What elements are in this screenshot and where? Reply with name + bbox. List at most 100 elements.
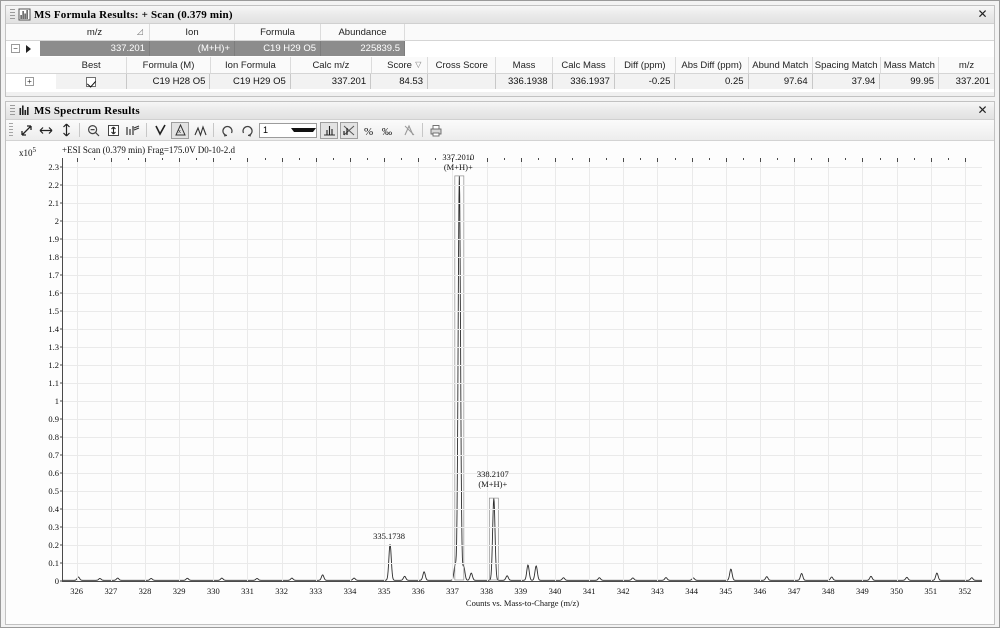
y-axis-tick [60, 436, 63, 438]
x-axis-tick-label: 333 [309, 586, 323, 596]
x-axis-tick [76, 158, 78, 162]
header-mass[interactable]: Mass [496, 57, 553, 73]
formula-results-table: m/z ◿ Ion Formula Abundance − 337.201 (M… [6, 24, 994, 96]
table-row[interactable]: − 337.201 (M+H)+ C19 H29 O5 225839.5 [6, 41, 994, 56]
header-best[interactable]: Best [56, 57, 128, 73]
header-formula-m[interactable]: Formula (M) [127, 57, 211, 73]
centroid-view-icon[interactable] [320, 121, 338, 139]
y-axis-tick [60, 184, 63, 186]
table-row[interactable]: + C19 H28 O5 C19 H29 O5 337.201 84.53 33… [6, 74, 994, 89]
x-axis-tick-label: 337 [446, 586, 459, 596]
window-grip[interactable] [10, 8, 15, 21]
svg-text:%: % [364, 126, 373, 137]
cell-best[interactable] [56, 74, 128, 89]
x-axis-minor-tick [777, 158, 779, 160]
header-mz-2[interactable]: m/z [939, 57, 994, 73]
x-axis-minor-tick [879, 158, 881, 160]
x-axis-minor-tick [537, 158, 539, 160]
x-axis-tick-label: 351 [924, 586, 938, 596]
grid-line [213, 158, 215, 581]
peak-select-icon[interactable] [151, 122, 169, 139]
percent-icon[interactable]: % [360, 122, 378, 139]
table-horizontal-scrollbar[interactable] [6, 92, 994, 96]
header-calc-mass[interactable]: Calc Mass [553, 57, 616, 73]
header-formula[interactable]: Formula [235, 24, 321, 40]
spectrum-window-titlebar[interactable]: MS Spectrum Results ✕ [6, 102, 994, 120]
best-checkbox[interactable] [86, 76, 97, 87]
formula-window-titlebar[interactable]: MS Formula Results: + Scan (0.379 min) ✕ [6, 6, 994, 24]
grid-line [794, 158, 796, 581]
close-icon[interactable]: ✕ [976, 8, 989, 21]
grid-line [63, 383, 982, 384]
header-diff-ppm[interactable]: Diff (ppm) [615, 57, 676, 73]
grid-line [520, 158, 522, 581]
toolbar-grip[interactable] [9, 123, 13, 137]
cell-mass-match: 99.95 [880, 74, 940, 89]
spectrum-index-combo[interactable]: 1 [259, 122, 317, 138]
grid-line [63, 167, 982, 168]
normalize-icon[interactable] [124, 122, 142, 139]
spectrum-toolbar: x 1 % ‰ [6, 120, 994, 141]
overlay-spectra-icon[interactable] [191, 122, 209, 139]
combo-value: 1 [263, 125, 269, 135]
grid-line [486, 158, 488, 581]
chevron-down-icon[interactable] [288, 124, 316, 137]
header-ion-formula[interactable]: Ion Formula [211, 57, 292, 73]
grid-line [179, 158, 181, 581]
header-ion[interactable]: Ion [150, 24, 235, 40]
x-axis-tick [110, 158, 112, 162]
spectrum-plot[interactable]: x105 +ESI Scan (0.379 min) Frag=175.0V D… [6, 142, 994, 624]
expand-row-button[interactable]: + [25, 77, 34, 86]
permille-icon[interactable]: ‰ [380, 122, 398, 139]
zoom-out-icon[interactable] [84, 122, 102, 139]
x-axis-tick [896, 158, 898, 162]
header-calc-mz[interactable]: Calc m/z [291, 57, 372, 73]
header-mass-match[interactable]: Mass Match [881, 57, 940, 73]
grid-line [63, 473, 982, 474]
grid-line [76, 158, 78, 581]
zoom-vertical-icon[interactable] [57, 122, 75, 139]
redo-zoom-icon[interactable] [238, 122, 256, 139]
zoom-full-icon[interactable] [17, 122, 35, 139]
annotate-peaks-icon[interactable]: x [171, 121, 189, 139]
header-mz[interactable]: m/z ◿ [40, 24, 150, 40]
autoscale-y-icon[interactable] [104, 122, 122, 139]
grid-line [247, 158, 249, 581]
grid-line [349, 158, 351, 581]
header-score[interactable]: Score ▽ [372, 57, 429, 73]
peak-annotation: 335.1738 [373, 531, 405, 541]
clear-annotations-icon[interactable] [400, 122, 418, 139]
x-axis-minor-tick [742, 158, 744, 160]
spectrum-window-title: MS Spectrum Results [34, 104, 140, 117]
header-abundance[interactable]: Abundance [321, 24, 405, 40]
y-axis-tick [60, 580, 63, 582]
cell-mass: 336.1938 [495, 74, 553, 89]
close-icon[interactable]: ✕ [976, 104, 989, 117]
x-axis-tick [179, 158, 181, 162]
grid-line [63, 365, 982, 366]
x-axis-tick-label: 332 [275, 586, 289, 596]
undo-zoom-icon[interactable] [218, 122, 236, 139]
ms-spectrum-results-window: MS Spectrum Results ✕ x 1 % ‰ x105 +ESI … [5, 101, 995, 625]
header-spacing-match[interactable]: Spacing Match [813, 57, 881, 73]
ms-formula-results-window: MS Formula Results: + Scan (0.379 min) ✕… [5, 5, 995, 97]
collapse-row-button[interactable]: − [11, 44, 20, 53]
y-axis-tick [60, 382, 63, 384]
header-cross-score[interactable]: Cross Score [428, 57, 497, 73]
x-axis-title: Counts vs. Mass-to-Charge (m/z) [465, 598, 580, 608]
zoom-horizontal-icon[interactable] [37, 122, 55, 139]
x-axis-tick-label: 345 [719, 586, 733, 596]
x-axis-tick-label: 340 [548, 586, 562, 596]
detail-table-header: Best Formula (M) Ion Formula Calc m/z Sc… [6, 57, 994, 74]
x-axis-tick-label: 327 [104, 586, 118, 596]
x-axis-tick-label: 349 [856, 586, 869, 596]
grid-line [63, 347, 982, 348]
cell-calc-mass: 336.1937 [552, 74, 615, 89]
header-abs-diff-ppm[interactable]: Abs Diff (ppm) [676, 57, 749, 73]
y-axis-tick [60, 346, 63, 348]
header-abund-match[interactable]: Abund Match [749, 57, 813, 73]
grid-line [63, 563, 982, 564]
window-grip[interactable] [10, 104, 15, 117]
subtract-spectrum-icon[interactable] [340, 121, 358, 139]
print-icon[interactable] [427, 122, 445, 139]
